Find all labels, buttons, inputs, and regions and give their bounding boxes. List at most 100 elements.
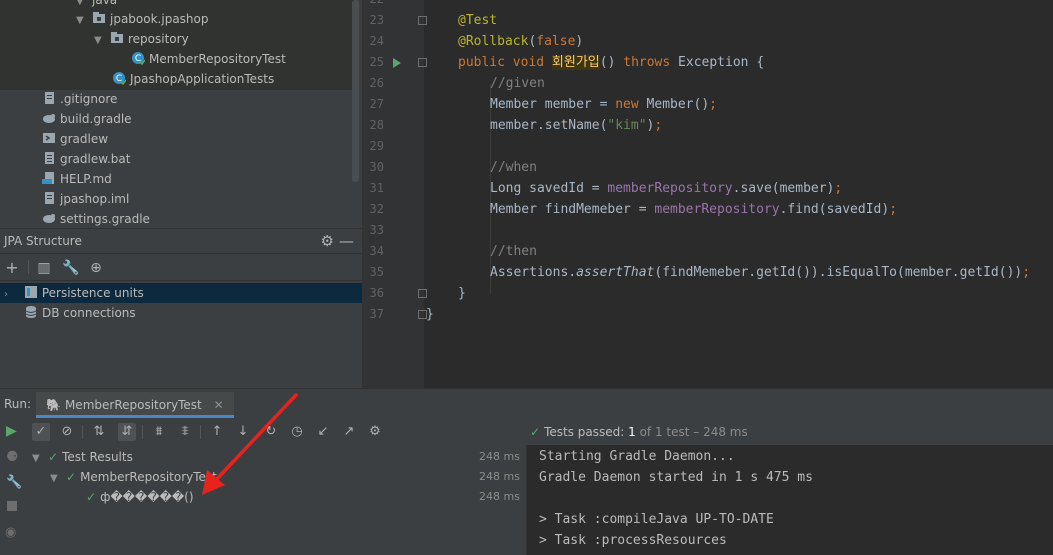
gradle-icon — [43, 214, 55, 223]
tree-item-jpabook[interactable]: ▼ jpabook.jpashop — [76, 9, 209, 29]
tree-item-repository[interactable]: ▼ repository — [94, 29, 189, 49]
toolbar-separator — [28, 260, 29, 274]
console-line: > Task :processResources — [539, 533, 727, 548]
tree-item-memberrepositorytest[interactable]: C MemberRepositoryTest — [131, 49, 286, 69]
tree-item-gitignore[interactable]: .gitignore — [42, 89, 117, 109]
run-tab-bar: Run: 🐘 MemberRepositoryTest ✕ — [0, 389, 1053, 419]
chevron-right-icon: › — [4, 289, 8, 300]
package-icon — [111, 32, 123, 43]
chevron-down-icon: ▼ — [50, 473, 58, 484]
code-line-34: //then — [490, 244, 537, 259]
line-number: 36 — [369, 286, 384, 300]
line-number: 25 — [369, 55, 384, 69]
project-panel: ▼ java ▼ jpabook.jpashop ▼ repository C Memb… — [0, 0, 362, 228]
check-icon: ✓ — [48, 450, 59, 464]
line-number: 33 — [369, 223, 384, 237]
script-icon — [43, 133, 55, 143]
toolbar-separator — [82, 425, 83, 439]
debug-icon[interactable]: ⚈ — [6, 449, 19, 465]
jpa-item-db-connections[interactable]: DB connections — [0, 303, 362, 323]
gear-icon[interactable]: ⚙ — [366, 423, 384, 441]
test-result-row[interactable]: ✓ ф������() 248 ms — [26, 487, 524, 507]
chevron-down-icon: ▼ — [76, 15, 84, 26]
test-results-tree: ▼ ✓ Test Results 248 ms ▼ ✓ MemberRepository… — [26, 445, 524, 555]
console-output[interactable]: Starting Gradle Daemon... Gradle Daemon … — [526, 445, 1053, 555]
line-number: 29 — [369, 139, 384, 153]
console-line: Gradle Daemon started in 1 s 475 ms — [539, 470, 813, 485]
code-line-28: member.setName("kim"); — [490, 118, 663, 133]
tree-item-gradlew-bat[interactable]: gradlew.bat — [42, 149, 130, 169]
test-result-row[interactable]: ▼ ✓ Test Results 248 ms — [26, 447, 524, 467]
add-icon[interactable]: + — [4, 260, 20, 276]
project-scrollbar[interactable] — [352, 0, 359, 182]
code-line-35: Assertions.assertThat(findMemeber.getId(… — [490, 265, 1031, 280]
code-line-30: //when — [490, 160, 537, 175]
line-number: 23 — [369, 13, 384, 27]
stop-icon[interactable] — [7, 501, 17, 511]
file-icon — [45, 192, 54, 204]
rerun-icon[interactable]: ▶ — [6, 423, 17, 439]
code-editor[interactable]: 22 23 24 25 26 27 28 29 30 31 32 33 34 35 36 37 @Test @… — [362, 0, 1053, 388]
line-number: 24 — [369, 34, 384, 48]
code-line-27: Member member = new Member(); — [490, 97, 717, 112]
expand-all-icon[interactable]: ⩩ — [150, 423, 168, 441]
code-line-23: @Test — [458, 13, 498, 28]
sort-duration-icon[interactable]: ⇵ — [118, 423, 136, 441]
tree-item-jpashop-iml[interactable]: jpashop.iml — [42, 189, 129, 209]
jpa-item-persistence-units[interactable]: › Persistence units — [0, 283, 362, 303]
line-number: 37 — [369, 307, 384, 321]
persistence-icon — [24, 286, 37, 298]
run-label: Run: — [4, 397, 32, 411]
next-failed-icon[interactable]: ↓ — [234, 423, 252, 441]
chevron-down-icon: ▼ — [32, 453, 40, 464]
minimize-icon[interactable]: — — [339, 229, 354, 253]
run-side-toolbar: ▶ ⚈ 🔧 ◉ — [0, 419, 26, 555]
tree-item-build-gradle[interactable]: build.gradle — [42, 109, 132, 129]
gear-icon[interactable]: ⚙ — [321, 229, 334, 253]
wrench-icon[interactable]: 🔧 — [62, 260, 79, 276]
jpa-toolbar: + ▥ 🔧 ⊕ — [0, 253, 362, 281]
target-icon[interactable]: ⊕ — [88, 260, 104, 276]
tree-item-gradlew[interactable]: gradlew — [42, 129, 108, 149]
close-icon[interactable]: ✕ — [214, 398, 224, 412]
toolbar-separator — [200, 425, 201, 439]
console-line: > Task :compileJava UP-TO-DATE — [539, 512, 774, 527]
run-test-gutter-icon[interactable] — [392, 57, 402, 69]
jpa-structure-title: JPA Structure — [4, 234, 82, 248]
jpa-structure-header: JPA Structure ⚙ — — [0, 229, 362, 253]
show-ignored-icon[interactable]: ⊘ — [58, 423, 76, 441]
test-class-icon: C — [113, 72, 126, 85]
run-tab[interactable]: 🐘 MemberRepositoryTest ✕ — [36, 392, 234, 418]
line-number: 26 — [369, 76, 384, 90]
line-number: 32 — [369, 202, 384, 216]
tests-passed-status: ✓ Tests passed: 1 of 1 test – 248 ms — [530, 425, 748, 439]
collapse-all-icon[interactable]: ⩨ — [176, 423, 194, 441]
sort-alpha-icon[interactable]: ⇅ — [90, 423, 108, 441]
fold-marker-icon[interactable] — [418, 58, 427, 67]
line-number: 27 — [369, 97, 384, 111]
eye-icon[interactable]: ◉ — [5, 525, 16, 540]
columns-icon[interactable]: ▥ — [36, 260, 52, 276]
tree-item-help-md[interactable]: HELP.md — [42, 169, 112, 189]
test-result-row[interactable]: ▼ ✓ MemberRepositoryTest 248 ms — [26, 467, 524, 487]
wrench-icon[interactable]: 🔧 — [6, 475, 22, 490]
line-number: 22 — [362, 0, 384, 10]
line-number: 35 — [369, 265, 384, 279]
import-icon[interactable]: ↙ — [314, 423, 332, 441]
run-panel: Run: 🐘 MemberRepositoryTest ✕ ▶ ⚈ 🔧 ◉ ✓ ⊘… — [0, 388, 1053, 555]
show-passed-icon[interactable]: ✓ — [32, 423, 50, 441]
fold-marker-icon[interactable] — [418, 289, 427, 298]
tree-item-settings-gradle[interactable]: settings.gradle — [42, 209, 150, 228]
fold-marker-icon[interactable] — [418, 16, 427, 25]
toolbar-separator — [142, 425, 143, 439]
line-number: 28 — [369, 118, 384, 132]
file-icon — [45, 92, 54, 104]
check-icon: ✓ — [86, 490, 97, 504]
previous-failed-icon[interactable]: ↑ — [208, 423, 226, 441]
export-icon[interactable]: ↗ — [340, 423, 358, 441]
tree-item-jpashopapplicationtests[interactable]: C JpashopApplicationTests — [112, 69, 274, 89]
rerun-failed-icon[interactable]: ↻ — [262, 423, 280, 441]
jpa-structure-panel: JPA Structure ⚙ — + ▥ 🔧 ⊕ › Persistence … — [0, 228, 362, 388]
history-icon[interactable]: ◷ — [288, 423, 306, 441]
line-number: 34 — [369, 244, 384, 258]
